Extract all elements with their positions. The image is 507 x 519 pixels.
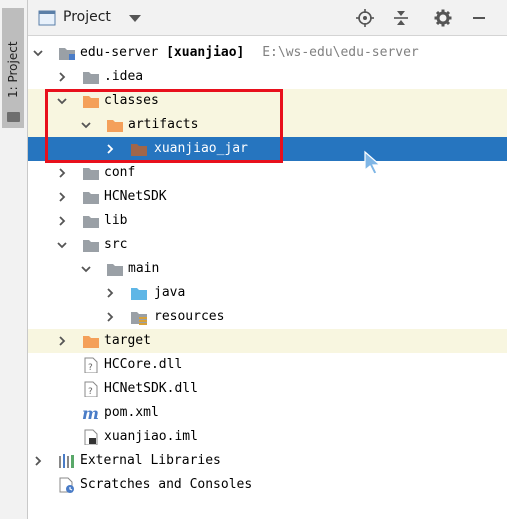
project-tree: edu-server [xuanjiao] E:\ws-edu\edu-serv… bbox=[28, 37, 507, 519]
svg-text:?: ? bbox=[88, 363, 93, 373]
tree-item-label: lib bbox=[104, 213, 128, 228]
scratches-icon bbox=[59, 477, 74, 493]
chevron-right-icon[interactable] bbox=[104, 287, 116, 299]
unknown-file-icon: ? bbox=[84, 357, 98, 373]
tree-row-idea[interactable]: .idea bbox=[28, 65, 507, 89]
chevron-right-icon[interactable] bbox=[56, 191, 68, 203]
folder-icon bbox=[131, 144, 147, 156]
settings-icon[interactable] bbox=[434, 9, 452, 27]
tree-row-classes[interactable]: classes bbox=[28, 89, 507, 113]
tree-row-src[interactable]: src bbox=[28, 233, 507, 257]
tree-row-main[interactable]: main bbox=[28, 257, 507, 281]
tree-item-label: src bbox=[104, 237, 128, 252]
folder-icon bbox=[83, 240, 99, 252]
tree-row-hcnetsdk[interactable]: HCNetSDK bbox=[28, 185, 507, 209]
chevron-down-icon[interactable] bbox=[56, 95, 68, 107]
tree-row-xuanjiao-jar[interactable]: xuanjiao_jar bbox=[28, 137, 507, 161]
tree-row-hcnetsdk-dll[interactable]: ? HCNetSDK.dll bbox=[28, 377, 507, 401]
tree-item-label: classes bbox=[104, 93, 159, 108]
dropdown-icon[interactable] bbox=[126, 9, 144, 27]
tree-row-external-libraries[interactable]: External Libraries bbox=[28, 449, 507, 473]
root-module-name: edu-server bbox=[80, 45, 159, 60]
project-tool-tab-label: 1: Project bbox=[6, 41, 20, 98]
chevron-down-icon[interactable] bbox=[56, 239, 68, 251]
tree-row-conf[interactable]: conf bbox=[28, 161, 507, 185]
chevron-right-icon[interactable] bbox=[32, 455, 44, 467]
svg-text:?: ? bbox=[88, 387, 93, 397]
chevron-right-icon[interactable] bbox=[56, 167, 68, 179]
tree-item-label: target bbox=[104, 333, 151, 348]
root-module-tag: [xuanjiao] bbox=[166, 45, 245, 60]
chevron-down-icon[interactable] bbox=[80, 263, 92, 275]
chevron-right-icon[interactable] bbox=[104, 311, 116, 323]
tool-window-stripe: 1: Project bbox=[0, 0, 28, 519]
chevron-down-icon[interactable] bbox=[80, 119, 92, 131]
tree-row-artifacts[interactable]: artifacts bbox=[28, 113, 507, 137]
panel-title[interactable]: Project bbox=[63, 9, 111, 25]
excluded-folder-icon bbox=[83, 336, 99, 348]
maven-icon: m bbox=[82, 405, 99, 421]
tree-row-pom-xml[interactable]: m pom.xml bbox=[28, 401, 507, 425]
chevron-down-icon[interactable] bbox=[32, 47, 44, 59]
tree-row-target[interactable]: target bbox=[28, 329, 507, 353]
iml-file-icon bbox=[84, 429, 98, 445]
excluded-folder-icon bbox=[107, 120, 123, 132]
resources-folder-icon bbox=[131, 312, 147, 325]
tree-item-label: conf bbox=[104, 165, 136, 180]
collapse-all-icon[interactable] bbox=[392, 9, 410, 27]
tree-item-label: HCNetSDK bbox=[104, 189, 167, 204]
tree-item-label: xuanjiao.iml bbox=[104, 429, 198, 444]
tree-item-label: .idea bbox=[104, 69, 144, 84]
root-module-path: E:\ws-edu\edu-server bbox=[262, 45, 419, 60]
hide-icon[interactable] bbox=[470, 9, 488, 27]
tree-item-label: pom.xml bbox=[104, 405, 159, 420]
tree-row-scratches[interactable]: Scratches and Consoles bbox=[28, 473, 507, 497]
folder-icon bbox=[83, 168, 99, 180]
folder-icon bbox=[107, 264, 123, 276]
tree-item-label: resources bbox=[154, 309, 225, 324]
tree-item-label: HCNetSDK.dll bbox=[104, 381, 198, 396]
source-folder-icon bbox=[131, 288, 147, 300]
tree-row-xuanjiao-iml[interactable]: xuanjiao.iml bbox=[28, 425, 507, 449]
tree-item-label: Scratches and Consoles bbox=[80, 477, 253, 492]
excluded-folder-icon bbox=[83, 96, 99, 108]
tree-item-label: java bbox=[154, 285, 186, 300]
chevron-right-icon[interactable] bbox=[56, 335, 68, 347]
folder-icon bbox=[83, 192, 99, 204]
tree-row-hccore-dll[interactable]: ? HCCore.dll bbox=[28, 353, 507, 377]
tree-row-java[interactable]: java bbox=[28, 281, 507, 305]
project-view-icon bbox=[38, 10, 56, 26]
tree-item-label: artifacts bbox=[128, 117, 199, 132]
mouse-cursor-icon bbox=[364, 150, 382, 175]
chevron-right-icon[interactable] bbox=[56, 215, 68, 227]
svg-text:m: m bbox=[82, 405, 99, 421]
module-folder-icon bbox=[59, 48, 75, 60]
tree-item-label: xuanjiao_jar bbox=[154, 141, 248, 156]
chevron-right-icon[interactable] bbox=[56, 71, 68, 83]
folder-icon bbox=[7, 112, 20, 122]
tree-row-lib[interactable]: lib bbox=[28, 209, 507, 233]
tree-item-label: HCCore.dll bbox=[104, 357, 183, 372]
libraries-icon bbox=[59, 454, 74, 468]
folder-icon bbox=[83, 72, 99, 84]
folder-icon bbox=[83, 216, 99, 228]
locate-icon[interactable] bbox=[356, 9, 374, 27]
project-panel-header: Project bbox=[28, 0, 507, 36]
project-tool-tab[interactable]: 1: Project bbox=[2, 8, 24, 128]
chevron-right-icon[interactable] bbox=[104, 143, 116, 155]
tree-row-resources[interactable]: resources bbox=[28, 305, 507, 329]
tree-item-label: External Libraries bbox=[80, 453, 221, 468]
tree-row-edu-server[interactable]: edu-server [xuanjiao] E:\ws-edu\edu-serv… bbox=[28, 41, 507, 65]
tree-item-label: main bbox=[128, 261, 160, 276]
unknown-file-icon: ? bbox=[84, 381, 98, 397]
